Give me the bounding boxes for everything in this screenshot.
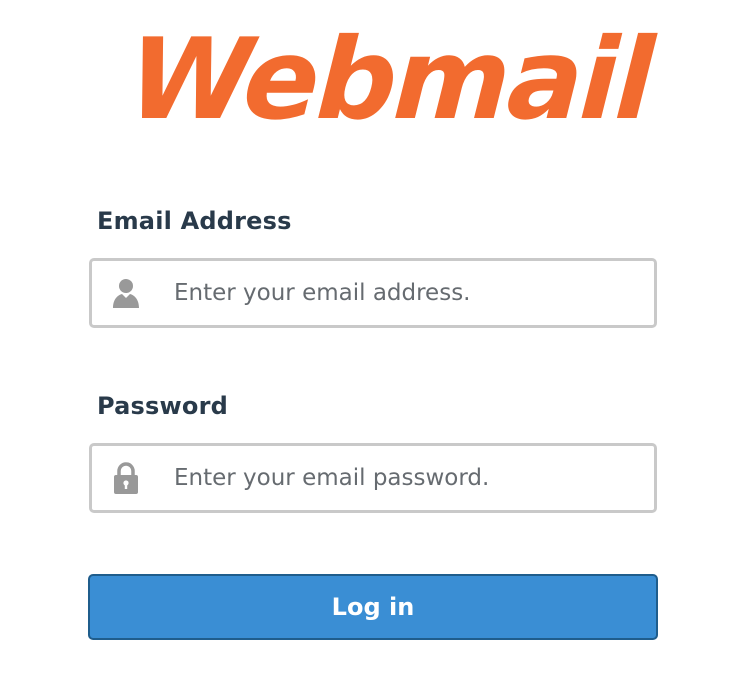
- password-input[interactable]: [174, 446, 644, 510]
- log-in-button[interactable]: Log in: [88, 574, 658, 640]
- email-address-label: Email Address: [97, 207, 292, 235]
- email-field-wrapper[interactable]: [89, 258, 657, 328]
- logo-text: Webmail: [113, 18, 669, 130]
- webmail-logo: Webmail: [113, 18, 669, 130]
- user-icon: [113, 279, 139, 308]
- password-label: Password: [97, 392, 228, 420]
- password-field-wrapper[interactable]: [89, 443, 657, 513]
- email-input[interactable]: [174, 261, 644, 325]
- login-page: Webmail Email Address Password Log in: [0, 0, 746, 686]
- lock-icon: [114, 462, 138, 494]
